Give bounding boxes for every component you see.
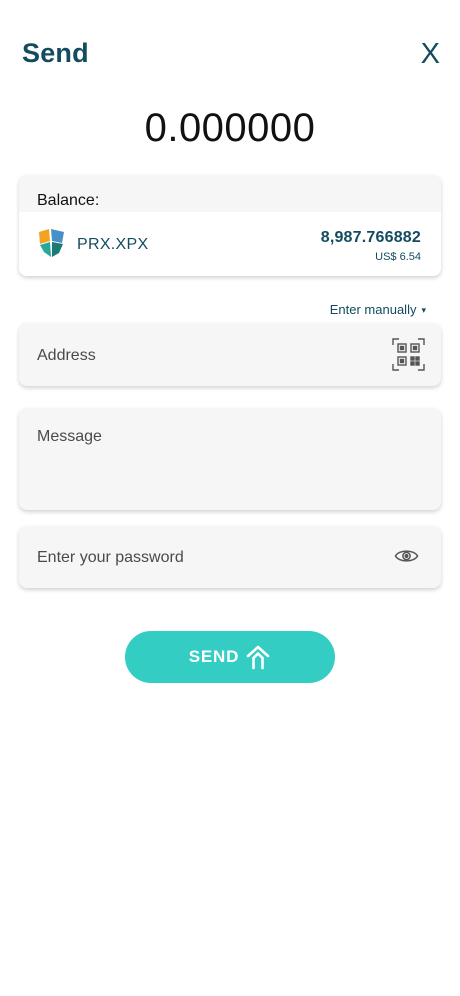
balance-card: Balance: PRX.XPX 8,987.766882 US$ 6.54 xyxy=(19,175,441,276)
send-arrow-icon xyxy=(246,645,270,670)
amount-display[interactable]: 0.000000 xyxy=(0,106,460,151)
token-fiat-value: US$ 6.54 xyxy=(375,251,421,263)
message-placeholder: Message xyxy=(37,428,102,445)
message-field[interactable]: Message xyxy=(19,408,441,510)
send-button[interactable]: SEND xyxy=(125,631,335,683)
eye-icon[interactable] xyxy=(394,547,419,565)
page-title: Send xyxy=(22,38,89,68)
chevron-down-icon: ▾ xyxy=(421,305,426,315)
qr-scan-icon[interactable] xyxy=(392,338,425,371)
balance-label: Balance: xyxy=(19,175,441,212)
address-placeholder: Address xyxy=(37,347,96,364)
address-mode-label: Enter manually xyxy=(329,302,417,317)
address-field[interactable]: Address xyxy=(19,323,441,386)
close-button[interactable]: X xyxy=(421,38,440,70)
password-placeholder: Enter your password xyxy=(37,549,184,566)
address-mode-dropdown[interactable]: Enter manually ▾ xyxy=(330,302,426,317)
token-name: PRX.XPX xyxy=(77,236,149,253)
password-field[interactable]: Enter your password xyxy=(19,526,441,588)
token-row[interactable]: PRX.XPX 8,987.766882 US$ 6.54 xyxy=(19,212,441,276)
token-balance: 8,987.766882 xyxy=(320,229,421,246)
header: Send X xyxy=(22,38,440,72)
send-screen: Send X 0.000000 Balance: PRX.XPX 8,987.7… xyxy=(0,0,460,996)
send-button-label: SEND xyxy=(188,647,240,666)
xpx-token-logo-icon xyxy=(39,229,64,257)
